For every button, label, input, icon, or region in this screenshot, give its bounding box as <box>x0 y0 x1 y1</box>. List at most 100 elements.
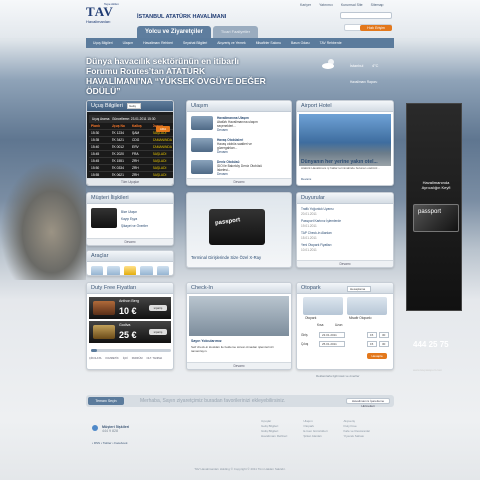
flight-row[interactable]: 15:35 TK 3421 CDG ZAMANINDA <box>89 137 173 144</box>
transport-thumb-1[interactable] <box>191 116 213 130</box>
language-box[interactable] <box>340 12 392 19</box>
order-button[interactable]: sipariş <box>149 329 167 335</box>
customer-link[interactable]: Bize Ulaşın <box>121 209 148 216</box>
dutyfree-categories: ÇİKOLATA KOZMETİK İÇKİ PARFÜM OLT. TANIM… <box>89 357 162 360</box>
transport-more-link[interactable]: Devamı <box>187 178 291 185</box>
product-card[interactable]: Anthon Berg 10 € sipariş <box>89 297 171 319</box>
airport-report-link[interactable]: Havalimanı Raporu <box>350 80 377 84</box>
top-link-kurumsal[interactable]: Kurumsal Site <box>341 3 363 7</box>
terminal-caption[interactable]: Terminal Girişlerinde Size Özel X-Ray <box>191 255 261 260</box>
checkin-headline[interactable]: Sayın Yolcularımız <box>191 339 222 343</box>
hero-headline[interactable]: Dünya havacılık sektörünün en itibarlı F… <box>86 56 266 96</box>
ad-note[interactable]: Reklamlarla ilgili istek ve öneriler <box>316 374 360 378</box>
flight-number: TK 2020 <box>111 152 124 156</box>
parking-calc-select[interactable]: Hesaplama <box>347 286 371 292</box>
nav-item-travel[interactable]: Seyahat Bilgileri <box>178 41 212 45</box>
announcement-item[interactable]: Trafik Yoğunluk Uyarısı 20.01.2011 <box>301 207 391 216</box>
passport-card-image[interactable]: passport <box>209 209 265 245</box>
category-chocolate[interactable]: ÇİKOLATA <box>89 357 101 360</box>
transport-item[interactable]: Deniz Otobüsü İDO ile Bakırköy Deniz Oto… <box>217 160 272 176</box>
nav-item-guide[interactable]: Havalimanı Rehberi <box>138 41 178 45</box>
exit-minute-select[interactable]: 30 <box>379 341 389 347</box>
exit-date-input[interactable]: 25.01.2011 <box>319 341 345 347</box>
category-perfume[interactable]: PARFÜM <box>132 357 143 360</box>
top-link-yatirimci[interactable]: Yatırımcı <box>319 3 333 7</box>
transport-item[interactable]: Havaş Otobüsleri Havaş otobüs saatleri v… <box>217 138 272 154</box>
tab-commercial[interactable]: Ticari Faaliyetler <box>212 26 259 38</box>
flight-mode-select[interactable]: Geliş <box>127 103 141 109</box>
parking-option-label: Otopark <box>305 316 317 320</box>
social-links[interactable]: • RSS • Twitter • Facebook <box>92 441 127 445</box>
weather-temp: 4°C <box>372 64 379 68</box>
bookmark-services-button[interactable]: Havalimanını İşaretleme Hizmetleri <box>346 398 390 408</box>
entry-minute-select[interactable]: 30 <box>379 332 389 338</box>
exit-hour-select[interactable]: 15 <box>367 341 377 347</box>
transport-item-link[interactable]: Devamı <box>217 128 272 132</box>
category-other[interactable]: OLT. TANIMA <box>147 357 163 360</box>
transport-thumb-3[interactable] <box>191 160 213 174</box>
product-card[interactable]: Godiva 25 € sipariş <box>89 321 171 343</box>
entry-hour-select[interactable]: 15 <box>367 332 377 338</box>
nav-item-flights[interactable]: Uçuş Bilgileri <box>88 41 118 45</box>
checkin-image[interactable] <box>189 296 289 336</box>
transport-item-text: Havaş otobüs saatleri ve güzergahları... <box>217 142 252 150</box>
tool-weather-icon[interactable] <box>91 266 104 275</box>
footer-link[interactable]: Havalimanı Rehberi <box>261 434 287 439</box>
parking-type-a[interactable] <box>303 297 343 315</box>
nav-item-press[interactable]: Basın Odası <box>286 41 315 45</box>
all-flights-link[interactable]: Tüm Uçuşlar <box>87 178 173 185</box>
announcement-item[interactable]: TAP Check-in Alanları 15.01.2011 <box>301 231 391 240</box>
theme-select-tab[interactable]: Temanı Seçin <box>88 397 124 405</box>
announcement-date: 15.01.2011 <box>301 235 317 240</box>
calculate-button[interactable]: Hesapla <box>367 353 387 359</box>
nav-item-tav[interactable]: TAV Rehberde <box>315 41 347 45</box>
category-cosmetic[interactable]: KOZMETİK <box>105 357 118 360</box>
nav-item-transport[interactable]: Ulaşım <box>118 41 139 45</box>
tool-currency-icon[interactable] <box>107 266 120 275</box>
flight-search-button[interactable]: ARA <box>156 126 170 132</box>
tool-clock-icon[interactable] <box>140 266 153 275</box>
flight-row[interactable]: 15:50 TK 0334 ZRH BAŞLADI <box>89 165 173 172</box>
parking-type-b[interactable] <box>347 297 387 315</box>
checkin-more-link[interactable]: Devamı <box>187 362 291 369</box>
transport-item-link[interactable]: Devamı <box>217 172 272 176</box>
top-link-sitemap[interactable]: Sitemap <box>371 3 384 7</box>
duration-long-radio[interactable]: Uzun <box>335 323 342 327</box>
order-button[interactable]: sipariş <box>149 305 167 311</box>
footer: Temanı Seçin Merhaba, Sayın ziyaretçimiz… <box>86 395 394 480</box>
tab-passengers[interactable]: Yolcu ve Ziyaretçiler <box>137 26 211 38</box>
customer-link[interactable]: Şikayet ve Öneriler <box>121 223 148 230</box>
transport-item-link[interactable]: Devamı <box>217 150 272 154</box>
nav-item-shopping[interactable]: Alışveriş ve Yemek <box>212 41 250 45</box>
tool-star-icon[interactable] <box>123 266 137 275</box>
top-link-kariyer[interactable]: Kariyer <box>300 3 311 7</box>
transport-thumb-2[interactable] <box>191 138 213 152</box>
announcement-item[interactable]: Passport Kartınız İşlemlerde 19.01.2011 <box>301 219 391 228</box>
hotel-headline[interactable]: Dünyanın her yerine yakın otel... <box>301 159 378 165</box>
transport-item[interactable]: Havalimanına Ulaşım Atatürk Havalimanına… <box>217 116 272 132</box>
tav-logo[interactable]: Tepe Akfen TAV Havalimanları <box>86 2 131 31</box>
flight-row[interactable]: 15:45 TK 2020 FRA BAŞLADI <box>89 151 173 158</box>
passport-ad[interactable]: Havalimanında Ayrıcalığın Keyfi passport… <box>406 103 462 372</box>
customer-link[interactable]: Kayıp Eşya <box>121 216 148 223</box>
hotel-link[interactable]: Devamı <box>301 177 311 181</box>
nav-item-lounge[interactable]: Misafirler Salonu <box>251 41 286 45</box>
announcement-item[interactable]: Yeni Otopark Fiyatları 10.01.2011 <box>301 243 391 252</box>
background-plane <box>0 160 86 280</box>
announcements-more-link[interactable]: Devamı <box>297 260 393 267</box>
tool-map-icon[interactable] <box>156 266 170 275</box>
footer-link[interactable]: Şirket Alanları <box>303 434 327 439</box>
footer-link[interactable]: Yiyecek Sahası <box>344 434 371 439</box>
hotel-title: Airport Hotel <box>297 101 393 112</box>
category-drink[interactable]: İÇKİ <box>123 357 128 360</box>
flight-row[interactable]: 15:40 TK 0012 ERV ZAMANINDA <box>89 144 173 151</box>
customer-more-link[interactable]: Devamı <box>87 238 173 245</box>
flight-row[interactable]: 15:45 TK 1551 ZRH BAŞLADI <box>89 158 173 165</box>
passport-brand: passport <box>214 217 241 227</box>
flight-status: BAŞLADI <box>152 159 167 163</box>
dutyfree-slider[interactable] <box>91 349 171 352</box>
entry-date-input[interactable]: 23.01.2011 <box>319 332 345 338</box>
quick-access-button[interactable]: Hızlı Erişim <box>360 25 392 31</box>
customer-card-image[interactable] <box>91 208 117 228</box>
duration-short-radio[interactable]: Kısa <box>317 323 323 327</box>
